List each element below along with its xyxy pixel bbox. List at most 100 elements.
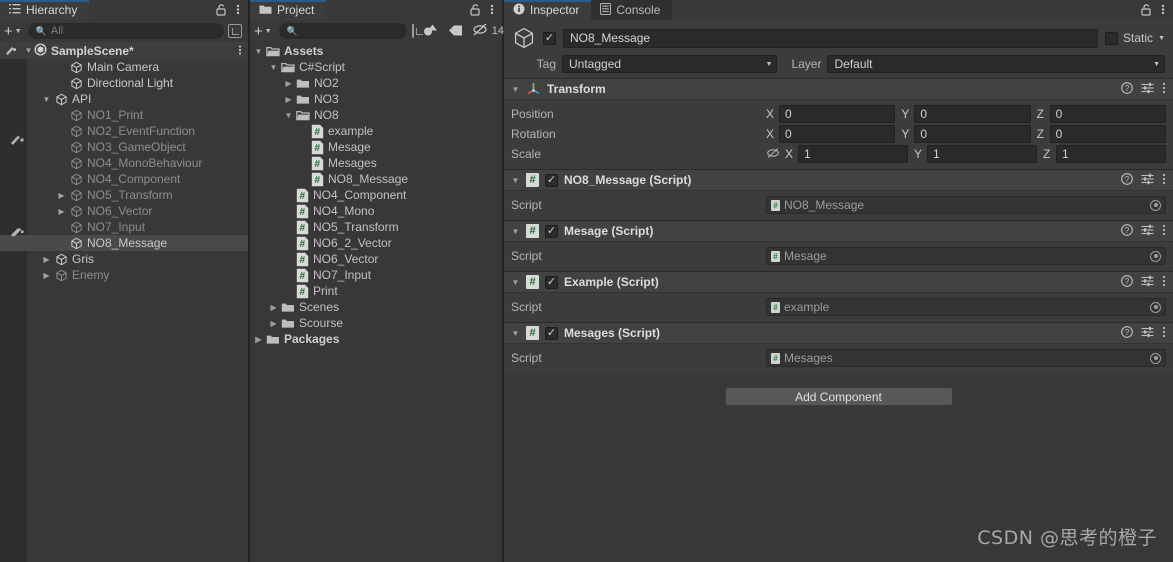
project-item-packages[interactable]: ▶ Packages bbox=[250, 331, 502, 347]
project-item-mesages[interactable]: # Mesages bbox=[250, 155, 502, 171]
preset-settings-icon[interactable] bbox=[1141, 173, 1154, 188]
kebab-menu-icon[interactable] bbox=[236, 3, 240, 18]
hierarchy-item-no7-input[interactable]: NO7_Input bbox=[0, 219, 248, 235]
project-item-no5-transform[interactable]: # NO5_Transform bbox=[250, 219, 502, 235]
kebab-menu-icon[interactable] bbox=[1162, 326, 1166, 341]
preset-settings-icon[interactable] bbox=[1141, 224, 1154, 239]
scale-constrain-proportions-icon[interactable] bbox=[766, 147, 780, 162]
hierarchy-item-no4-component[interactable]: NO4_Component bbox=[0, 171, 248, 187]
script-object-field[interactable]: # example bbox=[766, 298, 1166, 316]
search-open-window-icon[interactable] bbox=[228, 24, 242, 38]
hierarchy-item-main-camera[interactable]: Main Camera bbox=[0, 59, 248, 75]
transform-position-y-input[interactable]: 0 bbox=[914, 105, 1031, 123]
tag-dropdown[interactable]: Untagged ▼ bbox=[562, 55, 778, 73]
search-open-window-icon[interactable] bbox=[411, 24, 423, 38]
preset-settings-icon[interactable] bbox=[1141, 326, 1154, 341]
help-icon[interactable]: ? bbox=[1121, 223, 1133, 239]
object-picker-icon[interactable] bbox=[1150, 301, 1161, 313]
project-search-input[interactable]: 🔍 bbox=[278, 23, 407, 39]
project-item-no2[interactable]: ▶ NO2 bbox=[250, 75, 502, 91]
static-checkbox[interactable] bbox=[1105, 31, 1119, 45]
hierarchy-item-gris[interactable]: ▶ Gris bbox=[0, 251, 248, 267]
chevron-right-icon[interactable]: ▶ bbox=[269, 319, 278, 328]
component-enabled-checkbox[interactable]: ✓ bbox=[545, 275, 558, 289]
hierarchy-pickability-toggle-icon[interactable] bbox=[10, 224, 26, 241]
project-item-no6-2-vector[interactable]: # NO6_2_Vector bbox=[250, 235, 502, 251]
preset-settings-icon[interactable] bbox=[1141, 82, 1154, 97]
project-item-no8[interactable]: ▼ NO8 bbox=[250, 107, 502, 123]
collapse-arrow-icon[interactable]: ▼ bbox=[511, 85, 520, 94]
kebab-menu-icon[interactable] bbox=[1162, 224, 1166, 239]
hierarchy-item-api[interactable]: ▼ API bbox=[0, 91, 248, 107]
scene-visibility-icon[interactable] bbox=[5, 44, 19, 58]
hierarchy-item-no8-message[interactable]: NO8_Message bbox=[0, 235, 248, 251]
transform-component-header[interactable]: ▼ Transform ? bbox=[504, 79, 1173, 100]
project-item-assets[interactable]: ▼ Assets bbox=[250, 43, 502, 59]
project-item-no4-component[interactable]: # NO4_Component bbox=[250, 187, 502, 203]
chevron-down-icon[interactable]: ▼ bbox=[42, 95, 51, 104]
transform-rotation-x-input[interactable]: 0 bbox=[779, 125, 896, 143]
kebab-menu-icon[interactable] bbox=[1162, 275, 1166, 290]
transform-position-z-input[interactable]: 0 bbox=[1049, 105, 1166, 123]
hierarchy-item-enemy[interactable]: ▶ Enemy bbox=[0, 267, 248, 283]
transform-rotation-z-input[interactable]: 0 bbox=[1049, 125, 1166, 143]
tab-project[interactable]: Project bbox=[250, 0, 327, 20]
help-icon[interactable]: ? bbox=[1121, 81, 1133, 97]
chevron-right-icon[interactable]: ▶ bbox=[254, 335, 263, 344]
chevron-right-icon[interactable]: ▶ bbox=[42, 255, 51, 264]
object-picker-icon[interactable] bbox=[1150, 352, 1161, 364]
script-component-header[interactable]: ▼ # ✓ NO8_Message (Script)? bbox=[504, 170, 1173, 191]
chevron-right-icon[interactable]: ▶ bbox=[284, 79, 293, 88]
kebab-menu-icon[interactable] bbox=[1162, 82, 1166, 97]
transform-scale-y-input[interactable]: 1 bbox=[927, 145, 1037, 163]
collapse-arrow-icon[interactable]: ▼ bbox=[511, 278, 520, 287]
script-component-header[interactable]: ▼ # ✓ Mesages (Script)? bbox=[504, 323, 1173, 344]
collapse-arrow-icon[interactable]: ▼ bbox=[511, 227, 520, 236]
script-component-header[interactable]: ▼ # ✓ Example (Script)? bbox=[504, 272, 1173, 293]
hierarchy-search-input[interactable]: 🔍 All bbox=[27, 23, 224, 39]
hierarchy-item-no5-transform[interactable]: ▶ NO5_Transform bbox=[0, 187, 248, 203]
tab-console[interactable]: Console bbox=[591, 0, 673, 20]
component-enabled-checkbox[interactable]: ✓ bbox=[545, 326, 558, 340]
tab-inspector[interactable]: Inspector bbox=[504, 0, 592, 20]
project-item-no3[interactable]: ▶ NO3 bbox=[250, 91, 502, 107]
project-item-scourse[interactable]: ▶ Scourse bbox=[250, 315, 502, 331]
collapse-arrow-icon[interactable]: ▼ bbox=[511, 329, 520, 338]
project-add-button[interactable]: + ▼ bbox=[254, 23, 274, 40]
gameobject-enabled-checkbox[interactable]: ✓ bbox=[543, 31, 556, 45]
preset-settings-icon[interactable] bbox=[1141, 275, 1154, 290]
chevron-down-icon[interactable]: ▼ bbox=[254, 47, 263, 56]
static-toggle-group[interactable]: Static ▼ bbox=[1105, 31, 1165, 45]
scene-expand-arrow[interactable]: ▼ bbox=[24, 46, 33, 55]
chevron-right-icon[interactable]: ▶ bbox=[284, 95, 293, 104]
project-item-example[interactable]: # example bbox=[250, 123, 502, 139]
chevron-down-icon[interactable]: ▼ bbox=[1158, 35, 1165, 42]
chevron-down-icon[interactable]: ▼ bbox=[284, 111, 293, 120]
help-icon[interactable]: ? bbox=[1121, 274, 1133, 290]
chevron-right-icon[interactable]: ▶ bbox=[57, 191, 66, 200]
lock-open-icon[interactable] bbox=[216, 3, 227, 18]
filter-by-label-icon[interactable] bbox=[448, 24, 464, 39]
project-item-no6-vector[interactable]: # NO6_Vector bbox=[250, 251, 502, 267]
hierarchy-add-button[interactable]: + ▼ bbox=[4, 23, 24, 40]
hierarchy-item-no2-eventfunction[interactable]: NO2_EventFunction bbox=[0, 123, 248, 139]
project-item-c-script[interactable]: ▼ C#Script bbox=[250, 59, 502, 75]
project-item-mesage[interactable]: # Mesage bbox=[250, 139, 502, 155]
lock-open-icon[interactable] bbox=[1141, 3, 1152, 18]
component-enabled-checkbox[interactable]: ✓ bbox=[545, 173, 558, 187]
project-item-no4-mono[interactable]: # NO4_Mono bbox=[250, 203, 502, 219]
hierarchy-visibility-toggle-icon[interactable] bbox=[10, 132, 26, 149]
help-icon[interactable]: ? bbox=[1121, 172, 1133, 188]
kebab-menu-icon[interactable] bbox=[238, 44, 242, 58]
lock-open-icon[interactable] bbox=[470, 3, 481, 18]
project-item-no7-input[interactable]: # NO7_Input bbox=[250, 267, 502, 283]
object-picker-icon[interactable] bbox=[1150, 199, 1161, 211]
hierarchy-tree[interactable]: ▼ SampleScene* Main Camera Directional L… bbox=[0, 42, 248, 562]
chevron-right-icon[interactable]: ▶ bbox=[57, 207, 66, 216]
hierarchy-item-no4-monobehaviour[interactable]: NO4_MonoBehaviour bbox=[0, 155, 248, 171]
transform-rotation-y-input[interactable]: 0 bbox=[914, 125, 1031, 143]
script-object-field[interactable]: # Mesage bbox=[766, 247, 1166, 265]
transform-position-x-input[interactable]: 0 bbox=[779, 105, 896, 123]
hierarchy-item-directional-light[interactable]: Directional Light bbox=[0, 75, 248, 91]
script-object-field[interactable]: # NO8_Message bbox=[766, 196, 1166, 214]
